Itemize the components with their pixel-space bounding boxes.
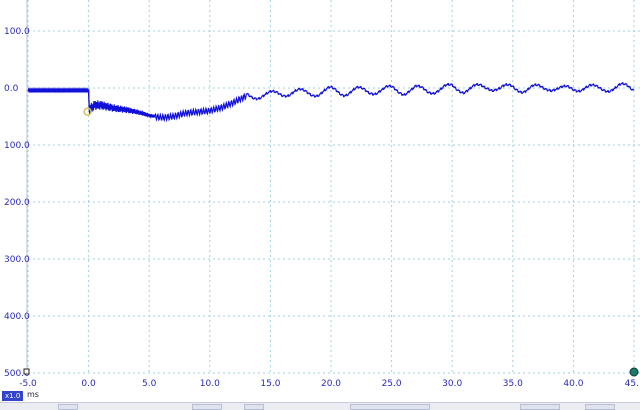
- right-cursor-handle[interactable]: [629, 367, 639, 377]
- y-axis-ticks: 100.00.0100.0200.0300.0400.0500.0: [4, 27, 30, 379]
- y-tick-label: 400.0: [4, 312, 30, 322]
- x-tick-label: 15.0: [260, 379, 280, 389]
- x-tick-label: 5.0: [142, 379, 157, 389]
- trigger-step: [88, 90, 90, 110]
- toolbar-button[interactable]: [350, 404, 430, 410]
- y-tick-label: 100.0: [4, 27, 30, 37]
- scale-badge[interactable]: x1.0: [2, 391, 24, 401]
- x-tick-label: 40.0: [563, 379, 583, 389]
- toolbar-button[interactable]: [585, 404, 615, 410]
- x-tick-label: 10.0: [200, 379, 220, 389]
- x-tick-label: 45.: [625, 379, 639, 389]
- grid-lines: [26, 0, 640, 374]
- toolbar-button[interactable]: [58, 404, 78, 410]
- x-tick-label: 0.0: [81, 379, 96, 389]
- x-tick-label: 35.0: [503, 379, 523, 389]
- left-cursor-handle[interactable]: [23, 368, 30, 375]
- x-tick-label: 25.0: [382, 379, 402, 389]
- toolbar-button[interactable]: [244, 404, 264, 410]
- x-axis-ticks: -5.0 0.0 5.0 10.0 15.0 20.0 25.0 30.0 35.0 40.0 45…: [19, 379, 639, 389]
- toolbar-button[interactable]: [520, 404, 560, 410]
- x-tick-label: 30.0: [442, 379, 462, 389]
- y-tick-label: 0.0: [4, 84, 19, 94]
- y-tick-label: 100.0: [4, 141, 30, 151]
- x-tick-label: -5.0: [19, 379, 37, 389]
- x-unit-label: ms: [27, 390, 39, 399]
- y-tick-label: 200.0: [4, 198, 30, 208]
- oscilloscope-plot: 100.00.0100.0200.0300.0400.0500.0 -5.0 0.…: [4, 0, 640, 389]
- y-tick-label: 300.0: [4, 255, 30, 265]
- x-tick-label: 20.0: [321, 379, 341, 389]
- toolbar-button[interactable]: [192, 404, 222, 410]
